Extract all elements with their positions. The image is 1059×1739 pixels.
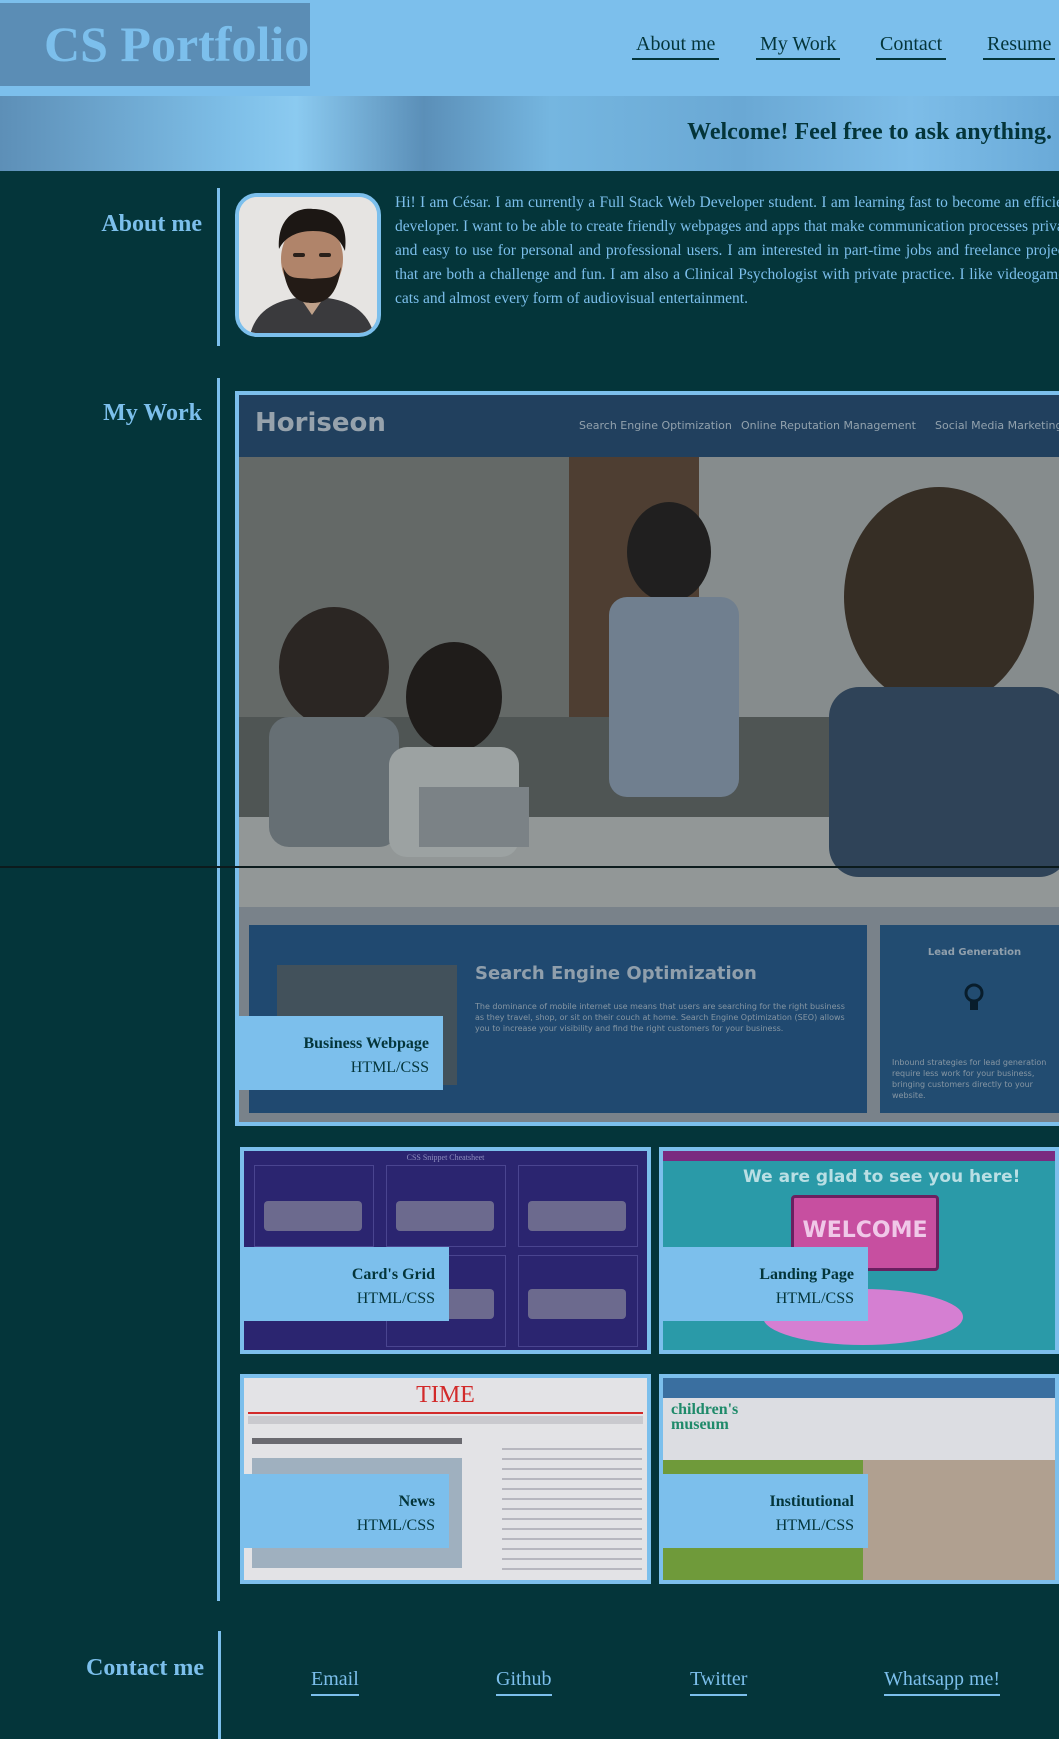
mini-card-body	[396, 1201, 494, 1231]
mini-card-body	[528, 1201, 626, 1231]
site-header: CS Portfolio About me My Work Contact Re…	[0, 0, 1059, 96]
about-text: Hi! I am César. I am currently a Full St…	[395, 194, 1059, 307]
project-title: News	[398, 1493, 435, 1510]
project-card-cards-grid[interactable]: CSS Snippet Cheatsheet Card's Grid HTML/…	[240, 1147, 651, 1354]
contact-divider	[218, 1631, 221, 1739]
banner-text: Welcome! Feel free to ask anything.	[687, 119, 1052, 145]
mini-card-body	[528, 1289, 626, 1319]
project-title: Landing Page	[759, 1266, 854, 1283]
project-title: Business Webpage	[303, 1035, 429, 1052]
project-card-news[interactable]: TIME News HTML/CSS	[240, 1374, 651, 1584]
project-caption: Card's Grid HTML/CSS	[244, 1247, 449, 1321]
project-screenshot-title: CSS Snippet Cheatsheet	[406, 1153, 485, 1162]
work-divider	[217, 378, 220, 1601]
featured-project-card[interactable]: Horiseon Search Engine Optimization Onli…	[235, 391, 1059, 1126]
project-screenshot-title: TIME	[416, 1382, 475, 1408]
news-headline	[252, 1438, 462, 1444]
section-divider	[0, 866, 1059, 868]
project-card-landing-page[interactable]: We are glad to see you here! WELCOME Lan…	[659, 1147, 1059, 1354]
logo[interactable]: CS Portfolio	[0, 3, 310, 86]
project-caption: Landing Page HTML/CSS	[663, 1247, 868, 1321]
project-tech: HTML/CSS	[356, 1517, 435, 1534]
news-headlines-list	[502, 1440, 642, 1570]
welcome-sign-text: WELCOME	[802, 1218, 928, 1243]
project-screenshot-title: We are glad to see you here!	[743, 1167, 1021, 1187]
project-title: Card's Grid	[351, 1266, 435, 1283]
project-caption: News HTML/CSS	[244, 1474, 449, 1548]
news-rule	[248, 1412, 643, 1414]
nav-resume[interactable]: Resume	[983, 33, 1056, 60]
nav-my-work[interactable]: My Work	[756, 33, 841, 60]
project-title: Institutional	[769, 1493, 854, 1510]
news-nav	[248, 1416, 643, 1424]
project-tech: HTML/CSS	[356, 1290, 435, 1307]
project-card-institutional[interactable]: children's museum Institutional HTML/CSS	[659, 1374, 1059, 1584]
museum-photo	[863, 1460, 1055, 1580]
project-tech: HTML/CSS	[775, 1517, 854, 1534]
contact-email-link[interactable]: Email	[311, 1668, 359, 1696]
project-tech: HTML/CSS	[350, 1059, 429, 1076]
logo-text: CS Portfolio	[44, 16, 310, 72]
landing-topbar	[663, 1151, 1055, 1161]
nav-about-me[interactable]: About me	[632, 33, 720, 60]
contact-heading: Contact me	[86, 1655, 204, 1681]
featured-project-caption: Business Webpage HTML/CSS	[239, 1016, 443, 1090]
project-screenshot-title: children's museum	[671, 1401, 739, 1433]
about-heading: About me	[101, 211, 202, 237]
contact-whatsapp-link[interactable]: Whatsapp me!	[884, 1668, 1001, 1696]
museum-topbar	[663, 1378, 1055, 1398]
project-tech: HTML/CSS	[775, 1290, 854, 1307]
nav-contact[interactable]: Contact	[876, 33, 947, 60]
contact-github-link[interactable]: Github	[496, 1668, 552, 1696]
about-divider	[217, 188, 220, 346]
project-caption: Institutional HTML/CSS	[663, 1474, 868, 1548]
profile-photo	[235, 193, 381, 337]
screenshot-overlay	[239, 395, 1059, 1122]
welcome-banner: Welcome! Feel free to ask anything.	[0, 96, 1059, 171]
contact-twitter-link[interactable]: Twitter	[690, 1668, 748, 1696]
mini-card-body	[264, 1201, 362, 1231]
work-heading: My Work	[103, 400, 202, 426]
